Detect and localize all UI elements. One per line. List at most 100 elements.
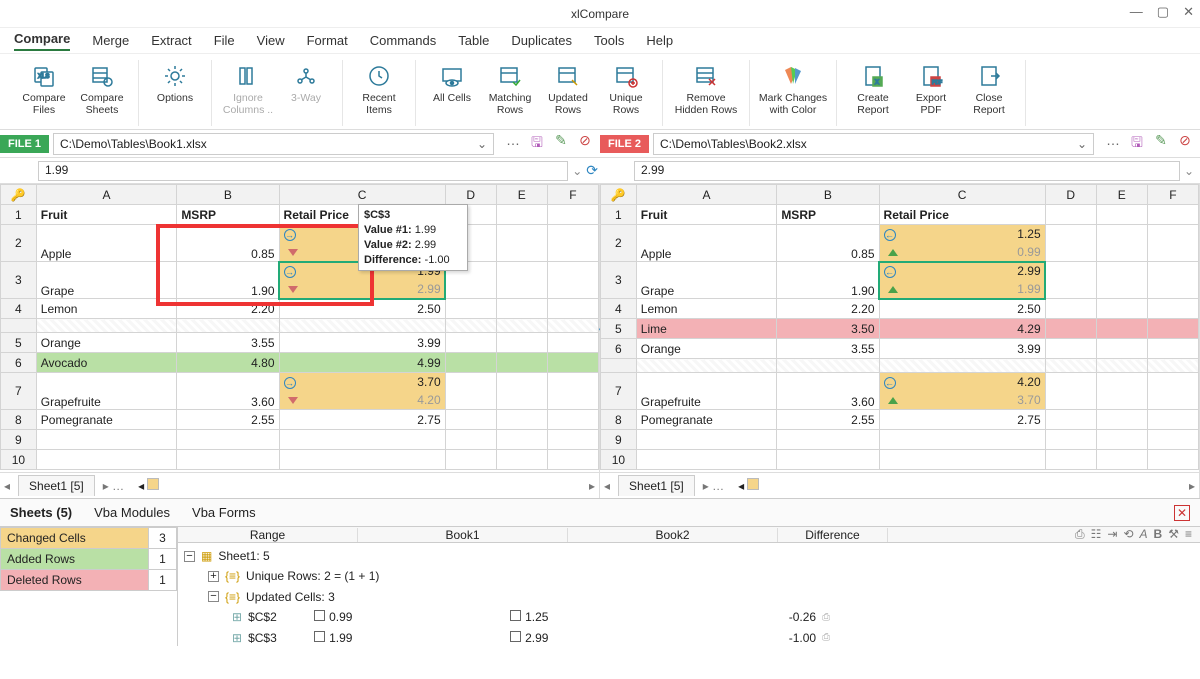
ribbon-label: CloseReport bbox=[973, 93, 1005, 116]
sheet-tab[interactable]: Sheet1 [5] bbox=[18, 475, 95, 496]
tool-icon[interactable]: ⎙ bbox=[1075, 527, 1085, 542]
sheet-tab[interactable]: Sheet1 [5] bbox=[618, 475, 695, 496]
col-header[interactable]: A bbox=[36, 185, 177, 205]
sync-icon[interactable]: ⟳ bbox=[586, 162, 598, 179]
ribbon-sheet-compare[interactable]: CompareSheets bbox=[74, 60, 130, 126]
sheet-nav-left-icon[interactable]: ◂ bbox=[4, 479, 10, 493]
sheet-nav-left-icon[interactable]: ◂ bbox=[604, 479, 610, 493]
col-header[interactable]: F bbox=[547, 185, 598, 205]
menu-compare[interactable]: Compare bbox=[14, 31, 70, 51]
menu-extract[interactable]: Extract bbox=[151, 33, 191, 48]
ribbon-eye[interactable]: All Cells bbox=[424, 60, 480, 126]
formula-bars: 1.99 ⌄ ⟳ 2.99 ⌄ bbox=[0, 158, 1200, 184]
tree-updated[interactable]: Updated Cells: 3 bbox=[246, 587, 335, 607]
remove-rows-icon bbox=[692, 62, 720, 90]
tree-unique[interactable]: Unique Rows: 2 = (1 + 1) bbox=[246, 566, 379, 586]
close-file-icon[interactable]: ⊘ bbox=[1176, 132, 1194, 156]
ribbon-gear[interactable]: Options bbox=[147, 60, 203, 126]
tool-icon[interactable]: ≡ bbox=[1185, 527, 1192, 542]
tool-icon[interactable]: A bbox=[1140, 527, 1148, 542]
ribbon-label: MatchingRows bbox=[489, 93, 532, 116]
col-header[interactable]: D bbox=[1045, 185, 1096, 205]
col-header[interactable]: C bbox=[279, 185, 445, 205]
file2-path-dropdown[interactable]: C:\Demo\Tables\Book2.xlsx ⌄ bbox=[653, 133, 1094, 155]
right-grid[interactable]: 🔑ABCDEF1FruitMSRPRetail Price2Apple0.85←… bbox=[600, 184, 1199, 470]
ribbon-report-pdf[interactable]: PDFExportPDF bbox=[903, 60, 959, 126]
menu-file[interactable]: File bbox=[214, 33, 235, 48]
formula-dropdown-icon[interactable]: ⌄ bbox=[572, 164, 582, 178]
col-book2: Book2 bbox=[568, 528, 778, 542]
file2-chip: FILE 2 bbox=[600, 135, 649, 153]
menu-format[interactable]: Format bbox=[307, 33, 348, 48]
menu-view[interactable]: View bbox=[257, 33, 285, 48]
edit-icon[interactable]: ✎ bbox=[1152, 132, 1170, 156]
save-icon[interactable]: 🖫 bbox=[1128, 132, 1146, 156]
more-icon[interactable]: … bbox=[1104, 132, 1122, 156]
close-button[interactable]: ✕ bbox=[1183, 4, 1194, 20]
col-header[interactable]: C bbox=[879, 185, 1045, 205]
file2-tools: … 🖫 ✎ ⊘ bbox=[1098, 132, 1200, 156]
ribbon-label: UpdatedRows bbox=[548, 93, 588, 116]
ribbon-remove-rows[interactable]: RemoveHidden Rows bbox=[671, 60, 741, 126]
tool-icon[interactable]: ⚒ bbox=[1168, 527, 1179, 542]
ribbon-3way[interactable]: 3-Way bbox=[278, 60, 334, 126]
col-header[interactable]: F bbox=[1147, 185, 1198, 205]
expand-icon[interactable]: + bbox=[208, 571, 219, 582]
menu-duplicates[interactable]: Duplicates bbox=[511, 33, 572, 48]
hscroll-right-icon[interactable]: ▸ bbox=[589, 479, 595, 493]
menu-tools[interactable]: Tools bbox=[594, 33, 624, 48]
more-icon[interactable]: … bbox=[504, 132, 522, 156]
legend-label: Deleted Rows bbox=[1, 570, 149, 591]
ribbon-columns[interactable]: IgnoreColumns .. bbox=[220, 60, 276, 126]
collapse-icon[interactable]: − bbox=[208, 591, 219, 602]
edit-icon[interactable]: ✎ bbox=[552, 132, 570, 156]
col-header[interactable]: D bbox=[445, 185, 496, 205]
tree-cell-row[interactable]: ⊞ $C$31.992.99-1.00 ⎙ bbox=[184, 628, 1194, 648]
formula-dropdown-icon[interactable]: ⌄ bbox=[1184, 164, 1194, 178]
ribbon-label: Mark Changeswith Color bbox=[759, 93, 827, 116]
ribbon-clock[interactable]: RecentItems bbox=[351, 60, 407, 126]
left-grid[interactable]: 🔑ABCDEF1FruitMSRPRetail Price2Apple0.85→… bbox=[0, 184, 599, 470]
bottom-tab[interactable]: Sheets (5) bbox=[10, 505, 72, 520]
menu-help[interactable]: Help bbox=[646, 33, 673, 48]
close-file-icon[interactable]: ⊘ bbox=[576, 132, 594, 156]
tree-cell-row[interactable]: ⊞ $C$20.991.25-0.26 ⎙ bbox=[184, 607, 1194, 627]
col-header[interactable]: E bbox=[1096, 185, 1147, 205]
file1-path-dropdown[interactable]: C:\Demo\Tables\Book1.xlsx ⌄ bbox=[53, 133, 494, 155]
col-difference: Difference bbox=[778, 528, 888, 542]
bottom-tab[interactable]: Vba Forms bbox=[192, 505, 256, 520]
tree-root[interactable]: Sheet1: 5 bbox=[218, 546, 269, 566]
eye-icon bbox=[438, 62, 466, 90]
menu-merge[interactable]: Merge bbox=[92, 33, 129, 48]
save-icon[interactable]: 🖫 bbox=[528, 132, 546, 156]
ribbon-table-check[interactable]: MatchingRows bbox=[482, 60, 538, 126]
collapse-icon[interactable]: − bbox=[184, 551, 195, 562]
menu-commands[interactable]: Commands bbox=[370, 33, 436, 48]
ribbon-table-plus[interactable]: UniqueRows bbox=[598, 60, 654, 126]
close-panel-icon[interactable]: ✕ bbox=[1174, 505, 1190, 521]
maximize-button[interactable]: ▢ bbox=[1157, 4, 1169, 20]
menu-table[interactable]: Table bbox=[458, 33, 489, 48]
sheet-nav-right-icon[interactable]: ▸ … bbox=[703, 479, 724, 493]
col-header[interactable]: E bbox=[496, 185, 547, 205]
col-header[interactable]: A bbox=[636, 185, 777, 205]
minimize-button[interactable]: — bbox=[1130, 4, 1143, 20]
diff-tree[interactable]: − ▦ Sheet1: 5+ {≡} Unique Rows: 2 = (1 +… bbox=[178, 543, 1200, 651]
tool-icon[interactable]: ☷ bbox=[1091, 527, 1102, 542]
col-header[interactable]: B bbox=[777, 185, 879, 205]
sheet-nav-right-icon[interactable]: ▸ … bbox=[103, 479, 124, 493]
file1-tools: … 🖫 ✎ ⊘ bbox=[498, 132, 600, 156]
ribbon-table-edit[interactable]: UpdatedRows bbox=[540, 60, 596, 126]
ribbon-xls-compare[interactable]: XLSCompareFiles bbox=[16, 60, 72, 126]
hscroll-right-icon[interactable]: ▸ bbox=[1189, 479, 1195, 493]
ribbon-report-xls[interactable]: XCreateReport bbox=[845, 60, 901, 126]
tool-icon[interactable]: ⇥ bbox=[1107, 527, 1117, 542]
ribbon-palette[interactable]: Mark Changeswith Color bbox=[758, 60, 828, 126]
tool-icon[interactable]: ⟲ bbox=[1123, 527, 1133, 542]
bottom-tab[interactable]: Vba Modules bbox=[94, 505, 170, 520]
ribbon-close-report[interactable]: CloseReport bbox=[961, 60, 1017, 126]
formula-bar-left[interactable]: 1.99 bbox=[38, 161, 568, 181]
col-header[interactable]: B bbox=[177, 185, 279, 205]
formula-bar-right[interactable]: 2.99 bbox=[634, 161, 1180, 181]
tool-icon[interactable]: B bbox=[1154, 527, 1163, 542]
